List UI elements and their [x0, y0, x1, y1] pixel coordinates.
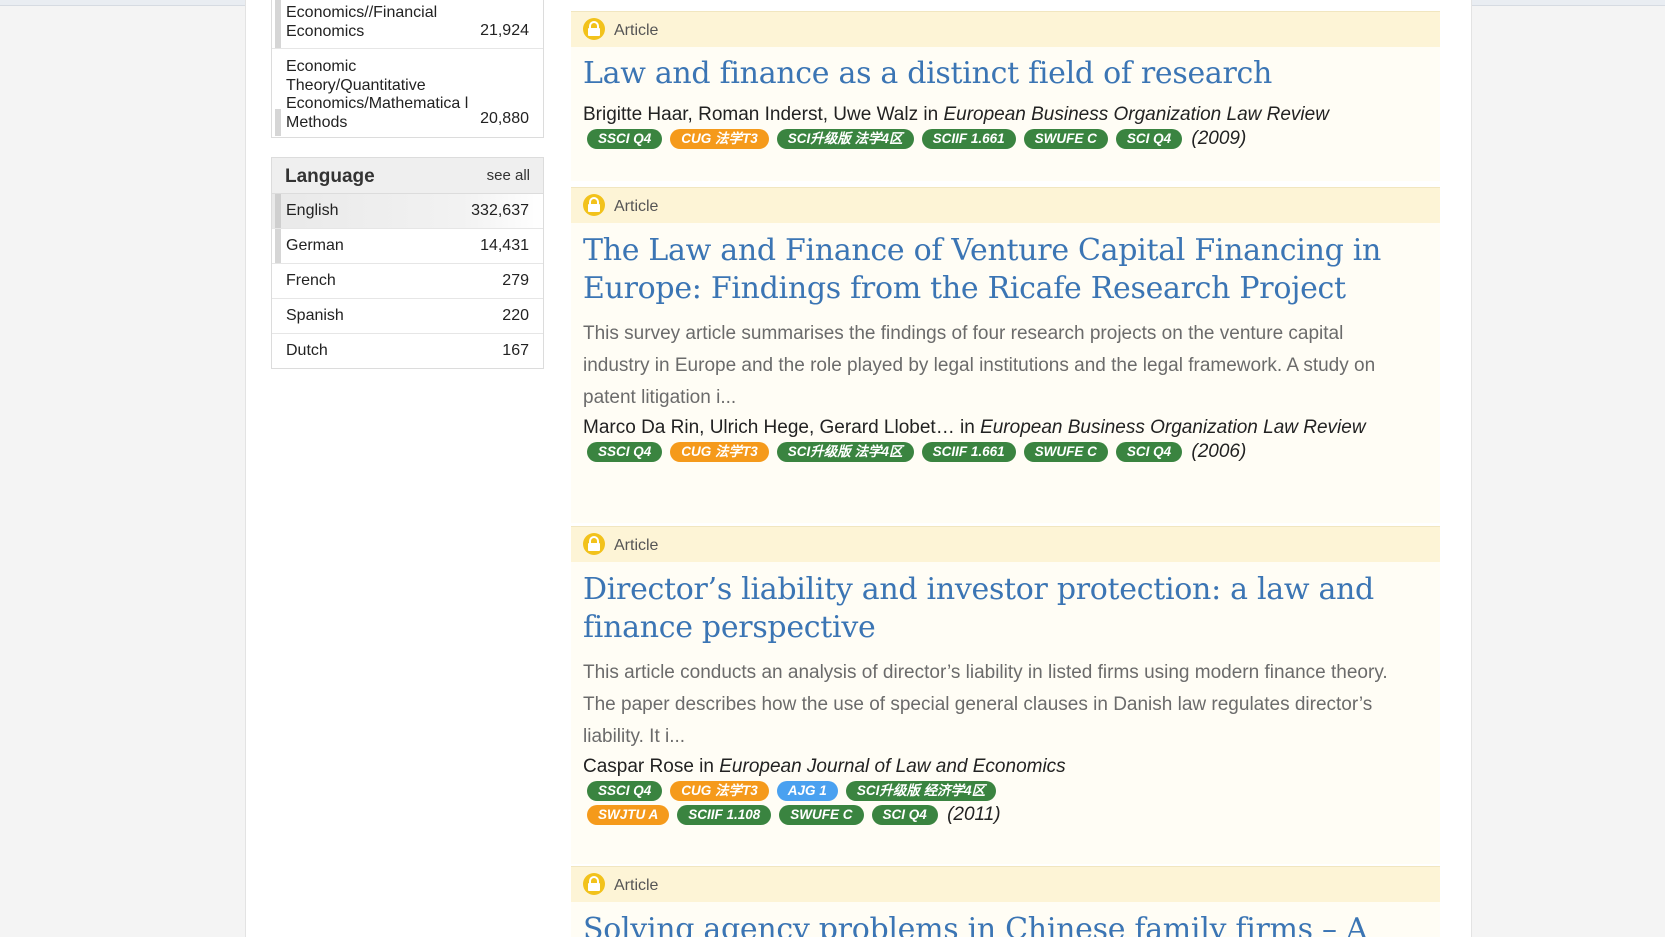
rank-badge: AJG 1	[776, 781, 838, 801]
result-title-link[interactable]: The Law and Finance of Venture Capital F…	[571, 232, 1425, 308]
facet-item-label: Spanish	[286, 307, 344, 324]
result-abstract: This survey article summarises the findi…	[583, 323, 1376, 408]
result-title-link[interactable]: Law and finance as a distinct field of r…	[571, 55, 1440, 93]
facet-bar	[275, 229, 281, 263]
result-meta: Brigitte Haar, Roman Inderst, Uwe Walz i…	[571, 103, 1395, 127]
in-label: in	[959, 417, 975, 438]
lock-icon	[583, 194, 605, 216]
result-year: (2011)	[947, 804, 1001, 825]
facet-item-count: 332,637	[471, 202, 529, 219]
lock-icon	[583, 18, 605, 40]
result-journal-link[interactable]: European Business Organization Law Revie…	[943, 104, 1329, 125]
facet-item-german[interactable]: German 14,431	[272, 228, 543, 263]
result-header: Article	[571, 187, 1440, 223]
rank-badge: SSCI Q4	[587, 781, 663, 801]
result-meta: Marco Da Rin, Ulrich Hege, Gerard Llobet…	[571, 416, 1395, 464]
rank-badge: SCIIF 1.108	[677, 805, 772, 825]
facet-item-french[interactable]: French 279	[272, 263, 543, 298]
content-type-label: Article	[614, 22, 659, 39]
rank-badges: SSCI Q4 CUG 法学T3 AJG 1 SCI升级版 经济学4区 SWJTU A S…	[571, 779, 1075, 827]
rank-badge: SCIIF 1.661	[921, 129, 1016, 149]
facet-item-economic-theory[interactable]: Economic Theory/Quantitative Economics/M…	[272, 48, 543, 136]
lock-icon	[583, 873, 605, 895]
facet-item-count: 21,924	[480, 22, 529, 39]
facet-item-financial-economics[interactable]: Economics//Financial Economics 21,924	[272, 0, 543, 48]
see-all-link[interactable]: see all	[487, 167, 530, 184]
rank-badge: SCI升级版 经济学4区	[845, 781, 997, 801]
result-header: Article	[571, 11, 1440, 47]
lock-icon	[583, 533, 605, 555]
subject-facet: Economics//Financial Economics 21,924 Ec…	[271, 0, 544, 138]
facet-item-spanish[interactable]: Spanish 220	[272, 298, 543, 333]
result-header: Article	[571, 526, 1440, 562]
result-title-link[interactable]: Director’s liability and investor protec…	[571, 571, 1425, 647]
rank-badge: SCI Q4	[1115, 442, 1183, 462]
result-item: Article Solving agency problems in Chine…	[571, 866, 1440, 937]
content-type-label: Article	[614, 537, 659, 554]
rank-badge: SCI升级版 法学4区	[776, 442, 914, 462]
facet-item-label: Economics//Financial Economics	[286, 4, 438, 40]
rank-badge: SSCI Q4	[587, 129, 663, 149]
facet-item-count: 220	[502, 307, 529, 324]
facet-bar	[275, 0, 281, 48]
result-title-link[interactable]: Solving agency problems in Chinese famil…	[571, 911, 1440, 937]
result-journal-link[interactable]: European Business Organization Law Revie…	[980, 417, 1366, 438]
facet-bar	[275, 194, 281, 228]
result-authors[interactable]: Caspar Rose	[583, 756, 694, 777]
result-journal-link[interactable]: European Journal of Law and Economics	[719, 756, 1065, 777]
result-authors[interactable]: Brigitte Haar, Roman Inderst, Uwe Walz	[583, 104, 918, 125]
facet-item-count: 279	[502, 272, 529, 289]
rank-badge: CUG 法学T3	[670, 781, 769, 801]
in-label: in	[923, 104, 939, 125]
rank-badge: SWJTU A	[587, 805, 670, 825]
facet-item-count: 20,880	[480, 110, 529, 127]
result-abstract: This article conducts an analysis of dir…	[583, 662, 1388, 747]
rank-badge: SWUFE C	[1023, 442, 1108, 462]
result-item: Article The Law and Finance of Venture C…	[571, 187, 1440, 523]
rank-badge: SCI Q4	[1115, 129, 1183, 149]
result-authors[interactable]: Marco Da Rin, Ulrich Hege, Gerard Llobet…	[583, 417, 955, 438]
facet-item-label: Economic Theory/Quantitative Economics/M…	[286, 58, 469, 131]
rank-badge: SWUFE C	[1023, 129, 1108, 149]
facet-item-count: 14,431	[480, 237, 529, 254]
result-year: (2009)	[1191, 128, 1247, 149]
facet-item-label: Dutch	[286, 342, 328, 359]
rank-badge: SCI Q4	[871, 805, 938, 825]
facet-item-label: French	[286, 272, 336, 289]
content-type-label: Article	[614, 198, 659, 215]
facet-title: Language	[285, 166, 375, 187]
facet-item-english[interactable]: English 332,637	[272, 194, 543, 228]
result-item: Article Director’s liability and investo…	[571, 526, 1440, 864]
facet-bar	[275, 109, 281, 136]
facet-header: Language see all	[272, 158, 543, 194]
result-year: (2006)	[1191, 441, 1247, 462]
facet-item-count: 167	[502, 342, 529, 359]
rank-badge: SCIIF 1.661	[921, 442, 1016, 462]
in-label: in	[699, 756, 714, 777]
facet-item-dutch[interactable]: Dutch 167	[272, 333, 543, 368]
rank-badge: CUG 法学T3	[670, 129, 769, 149]
rank-badge: CUG 法学T3	[670, 442, 769, 462]
rank-badges: SSCI Q4 CUG 法学T3 SCI升级版 法学4区 SCIIF 1.661 SWU…	[571, 127, 1440, 151]
result-item: Article Law and finance as a distinct fi…	[571, 11, 1440, 181]
result-meta: Caspar Rose in European Journal of Law a…	[571, 755, 1395, 779]
content-type-label: Article	[614, 877, 659, 894]
rank-badge: SWUFE C	[779, 805, 864, 825]
rank-badge: SSCI Q4	[587, 442, 663, 462]
language-facet: Language see all English 332,637 German …	[271, 157, 544, 369]
rank-badge: SCI升级版 法学4区	[776, 129, 914, 149]
result-header: Article	[571, 866, 1440, 902]
